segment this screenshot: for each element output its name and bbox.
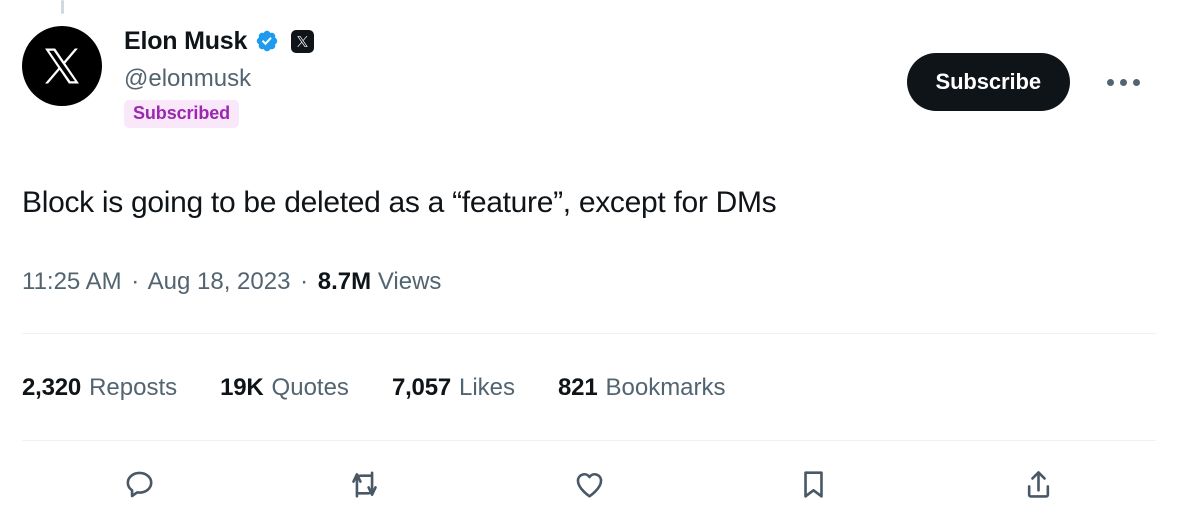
views-count[interactable]: 8.7M <box>318 268 371 295</box>
more-dot <box>1119 78 1127 86</box>
share-button[interactable] <box>1015 461 1061 507</box>
more-dot <box>1106 78 1114 86</box>
avatar[interactable] <box>22 26 102 106</box>
author-handle[interactable]: @elonmusk <box>124 62 314 96</box>
x-affiliate-badge-icon[interactable] <box>291 29 315 53</box>
post-action-bar <box>0 441 1182 526</box>
stat-value: 2,320 <box>22 374 82 401</box>
author-display-name[interactable]: Elon Musk <box>124 26 247 56</box>
reply-button[interactable] <box>116 461 162 507</box>
stat-value: 19K <box>220 374 264 401</box>
post-meta-row: 11:25 AM · Aug 18, 2023 · 8.7M Views <box>22 265 441 299</box>
like-button[interactable] <box>566 461 612 507</box>
meta-separator: · <box>131 268 140 295</box>
author-identity: Elon Musk @elonmusk Subscribed <box>124 24 315 128</box>
stat-value: 821 <box>558 374 598 401</box>
thread-connector-line <box>61 0 64 14</box>
blue-verified-badge-icon[interactable] <box>255 29 279 53</box>
like-icon <box>573 468 606 501</box>
stat-quotes[interactable]: 19K Quotes <box>220 371 349 405</box>
post-date: Aug 18, 2023 <box>147 268 291 295</box>
reply-icon <box>123 468 156 501</box>
repost-button[interactable] <box>341 461 387 507</box>
stat-reposts[interactable]: 2,320 Reposts <box>22 371 177 405</box>
views-label[interactable]: Views <box>378 268 442 295</box>
more-dot <box>1132 78 1140 86</box>
post-time: 11:25 AM <box>22 268 122 295</box>
bookmark-icon <box>797 468 830 501</box>
post-text: Block is going to be deleted as a “featu… <box>22 186 777 219</box>
subscribed-badge: Subscribed <box>124 100 240 128</box>
stat-likes[interactable]: 7,057 Likes <box>392 371 515 405</box>
divider-above-stats <box>22 333 1156 334</box>
share-icon <box>1022 468 1055 501</box>
author-name-row: Elon Musk <box>124 24 315 58</box>
repost-icon <box>348 468 381 501</box>
more-horizontal-icon[interactable] <box>1100 66 1146 98</box>
stat-label: Bookmarks <box>605 374 726 401</box>
subscribe-button[interactable]: Subscribe <box>906 53 1070 111</box>
tweet-detail-card: Elon Musk @elonmusk Subscribed Subscribe <box>0 0 1182 526</box>
stat-bookmarks[interactable]: 821 Bookmarks <box>558 371 726 405</box>
stat-label: Reposts <box>89 374 178 401</box>
bookmark-button[interactable] <box>790 461 836 507</box>
stat-value: 7,057 <box>391 374 451 401</box>
x-logo-avatar-icon <box>41 45 83 87</box>
post-header: Elon Musk @elonmusk Subscribed Subscribe <box>22 24 1160 128</box>
meta-separator: · <box>300 268 309 295</box>
engagement-stats-row: 2,320 Reposts 19K Quotes 7,057 Likes 821… <box>22 371 726 405</box>
stat-label: Quotes <box>271 374 349 401</box>
stat-label: Likes <box>459 374 516 401</box>
